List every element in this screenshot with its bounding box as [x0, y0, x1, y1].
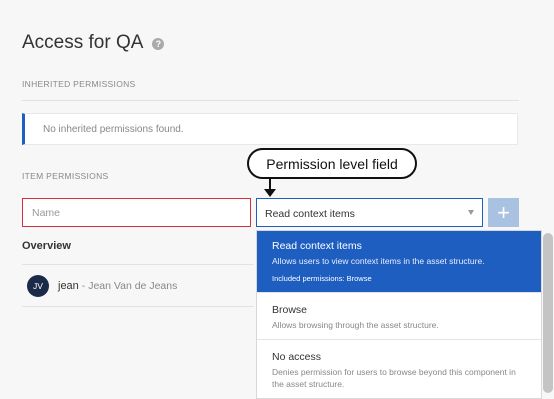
- option-title: Read context items: [272, 240, 362, 252]
- permission-level-dropdown: Read context items Allows users to view …: [256, 230, 542, 399]
- permission-level-select[interactable]: Read context items: [256, 198, 483, 227]
- option-browse[interactable]: Browse Allows browsing through the asset…: [257, 293, 541, 340]
- name-input[interactable]: [22, 198, 251, 227]
- user-full-name: - Jean Van de Jeans: [81, 279, 178, 292]
- caret-down-icon: [468, 210, 474, 215]
- option-read-context-items[interactable]: Read context items Allows users to view …: [257, 231, 541, 293]
- arrow-down-icon: [264, 189, 276, 197]
- option-title: No access: [272, 351, 322, 363]
- option-description: Denies permission for users to browse be…: [272, 367, 516, 389]
- option-title: Browse: [272, 304, 308, 316]
- option-included-permissions: Included permissions: Browse: [272, 274, 372, 283]
- add-permission-button[interactable]: +: [488, 198, 519, 227]
- page-title: Access for QA: [22, 32, 144, 53]
- option-description: Allows users to view context items in th…: [272, 256, 485, 266]
- inherited-permissions-heading: INHERITED PERMISSIONS: [22, 79, 136, 89]
- user-username: jean: [58, 279, 79, 292]
- overview-heading: Overview: [22, 240, 71, 252]
- option-no-access[interactable]: No access Denies permission for users to…: [257, 340, 541, 398]
- item-permissions-heading: ITEM PERMISSIONS: [22, 171, 109, 181]
- divider: [22, 100, 519, 101]
- page-header: Access for QA ?: [22, 32, 165, 54]
- option-description: Allows browsing through the asset struct…: [272, 320, 439, 330]
- permission-level-value: Read context items: [265, 208, 355, 220]
- avatar: JV: [27, 274, 49, 297]
- inherited-permissions-notice: No inherited permissions found.: [22, 113, 518, 145]
- dropdown-scrollbar[interactable]: [543, 233, 553, 393]
- notice-text: No inherited permissions found.: [43, 124, 184, 135]
- help-icon[interactable]: ?: [152, 38, 165, 50]
- permission-level-callout: Permission level field: [247, 148, 417, 179]
- user-row[interactable]: JV jean - Jean Van de Jeans: [22, 264, 254, 307]
